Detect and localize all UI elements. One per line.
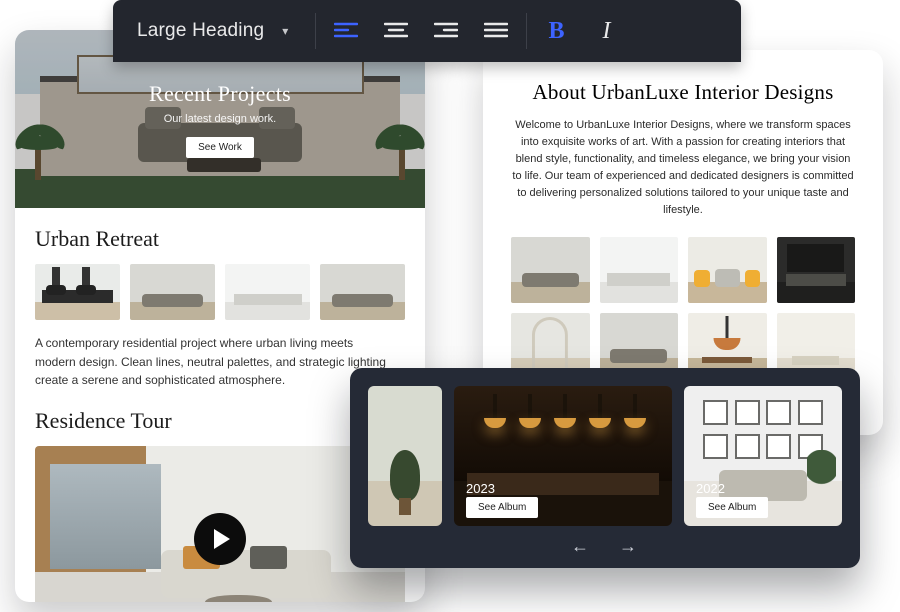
align-left-button[interactable] [332,18,360,44]
thumbnail[interactable] [320,264,405,320]
album-card[interactable] [368,386,442,526]
album-carousel: 2023 See Album 2022 See Album ← → [350,368,860,568]
editor-toolbar: Large Heading ▾ B I [113,0,741,62]
about-title: About UrbanLuxe Interior Designs [511,80,855,105]
image-grid [511,237,855,379]
thumbnail[interactable] [130,264,215,320]
align-center-button[interactable] [382,18,410,44]
grid-image[interactable] [688,237,767,303]
bold-button[interactable]: B [543,18,571,44]
album-year: 2023 [466,481,495,496]
album-year: 2022 [696,481,725,496]
hero-title: Recent Projects [149,81,291,107]
play-icon[interactable] [194,513,246,565]
album-card[interactable]: 2023 See Album [454,386,672,526]
align-group [332,18,510,44]
see-album-button[interactable]: See Album [696,497,768,518]
see-album-button[interactable]: See Album [466,497,538,518]
toolbar-separator [526,13,527,49]
thumbnail[interactable] [35,264,120,320]
text-style-selected: Large Heading [137,20,264,42]
section-title: Urban Retreat [35,226,405,252]
section-description: A contemporary residential project where… [35,334,395,390]
see-work-button[interactable]: See Work [186,137,254,158]
chevron-down-icon: ▾ [282,24,288,38]
align-justify-button[interactable] [482,18,510,44]
grid-image[interactable] [511,237,590,303]
align-right-button[interactable] [432,18,460,44]
thumbnail-row [35,264,405,320]
format-group: B I [543,18,621,44]
grid-image[interactable] [777,237,856,303]
carousel-next-button[interactable]: → [619,536,639,557]
toolbar-separator [315,13,316,49]
hero-subtitle: Our latest design work. [164,113,277,125]
thumbnail[interactable] [225,264,310,320]
text-style-dropdown[interactable]: Large Heading ▾ [127,14,299,48]
carousel-prev-button[interactable]: ← [571,536,591,557]
grid-image[interactable] [600,237,679,303]
about-body: Welcome to UrbanLuxe Interior Designs, w… [511,117,855,219]
italic-button[interactable]: I [593,18,621,44]
album-card[interactable]: 2022 See Album [684,386,842,526]
